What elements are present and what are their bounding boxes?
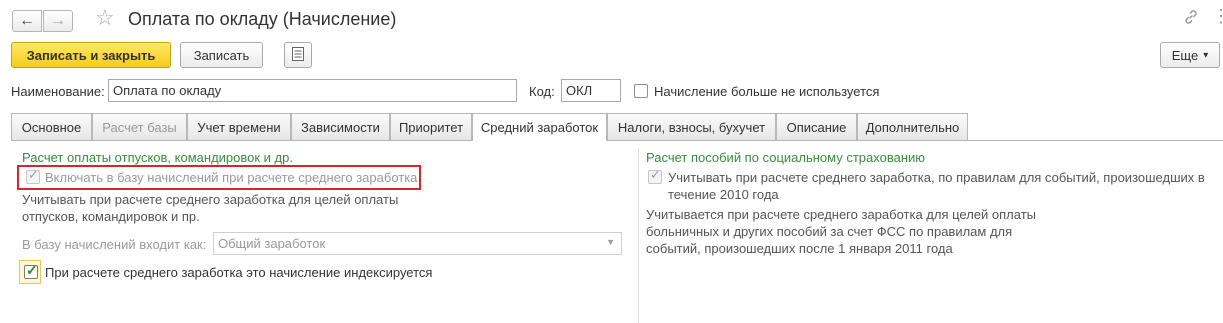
include-base-checkbox[interactable]: ✓: [26, 167, 40, 184]
tab-label: Дополнительно: [865, 119, 960, 135]
arrow-right-icon: →: [50, 12, 66, 29]
more-label: Еще: [1171, 47, 1199, 63]
column-divider: [638, 148, 639, 323]
tab-label: Налоги, взносы, бухучет: [617, 119, 766, 135]
not-used-checkbox[interactable]: [634, 84, 648, 98]
save-button[interactable]: Записать: [180, 42, 263, 68]
tabs-baseline: [11, 140, 1223, 141]
star-icon[interactable]: ☆: [95, 7, 115, 29]
back-button[interactable]: ←: [12, 10, 42, 32]
tab-main[interactable]: Основное: [11, 113, 92, 140]
right-note: Учитывается при расчете среднего заработ…: [646, 206, 1036, 257]
tab-dependencies[interactable]: Зависимости: [291, 113, 390, 140]
code-input[interactable]: ОКЛ: [561, 79, 621, 102]
tab-average-earnings[interactable]: Средний заработок: [472, 113, 607, 141]
left-note-line: отпусков, командировок и пр.: [22, 209, 200, 224]
page-title: Оплата по окладу (Начисление): [128, 9, 397, 29]
not-used-label: Начисление больше не используется: [654, 84, 880, 99]
checkmark-icon: ✓: [28, 167, 39, 182]
arrow-left-icon: ←: [19, 12, 35, 29]
fss-label-line: Учитывать при расчете среднего заработка…: [668, 170, 1205, 185]
tab-description[interactable]: Описание: [776, 113, 857, 140]
dropdown-arrow-icon: ▼: [606, 237, 615, 247]
checkmark-icon: ✓: [26, 262, 38, 278]
save-and-close-label: Записать и закрыть: [26, 47, 156, 63]
link-icon[interactable]: [1183, 9, 1199, 30]
base-kind-select[interactable]: Общий заработок ▼: [213, 232, 622, 255]
right-note-line: больничных и других пособий за счет ФСС …: [646, 224, 1013, 239]
save-label: Записать: [193, 47, 250, 63]
fss-label-line: течение 2010 года: [668, 187, 779, 202]
list-icon: [292, 46, 304, 64]
right-note-line: событий, произошедших после 1 января 201…: [646, 241, 953, 256]
left-note-line: Учитывать при расчете среднего заработка…: [22, 192, 399, 207]
include-base-label: Включать в базу начислений при расчете с…: [45, 170, 418, 185]
tab-time-accounting[interactable]: Учет времени: [187, 113, 291, 140]
name-label: Наименование:: [11, 84, 105, 99]
forward-button[interactable]: →: [43, 10, 73, 32]
name-input[interactable]: Оплата по окладу: [108, 79, 517, 102]
tab-label: Описание: [786, 119, 847, 135]
fss-checkbox[interactable]: ✓: [648, 167, 662, 184]
tab-base-calculation[interactable]: Расчет базы: [92, 113, 187, 140]
tab-label: Приоритет: [398, 119, 464, 135]
indexed-label: При расчете среднего заработка это начис…: [45, 265, 433, 280]
right-section-title: Расчет пособий по социальному страховани…: [646, 150, 926, 165]
more-vertical-icon[interactable]: ⋮: [1212, 7, 1223, 25]
tab-additional[interactable]: Дополнительно: [857, 113, 968, 140]
indexed-checkbox[interactable]: ✓: [24, 262, 38, 279]
base-kind-value: Общий заработок: [218, 236, 326, 251]
code-label: Код:: [529, 84, 555, 99]
fss-label: Учитывать при расчете среднего заработка…: [668, 169, 1205, 203]
left-section-title: Расчет оплаты отпусков, командировок и д…: [22, 150, 293, 165]
save-and-close-button[interactable]: Записать и закрыть: [11, 42, 171, 68]
tab-label: Учет времени: [197, 119, 281, 135]
right-note-line: Учитывается при расчете среднего заработ…: [646, 207, 1036, 222]
tab-label: Средний заработок: [480, 120, 599, 135]
base-kind-label: В базу начислений входит как:: [22, 237, 207, 252]
tab-label: Зависимости: [301, 119, 380, 135]
left-note: Учитывать при расчете среднего заработка…: [22, 191, 398, 225]
tab-label: Расчет базы: [102, 119, 177, 135]
chevron-down-icon: ▾: [1203, 49, 1209, 61]
more-menu-button[interactable]: Еще ▾: [1160, 42, 1220, 68]
tab-taxes[interactable]: Налоги, взносы, бухучет: [607, 113, 776, 140]
list-button[interactable]: [284, 42, 312, 68]
checkmark-icon: ✓: [650, 167, 661, 182]
tab-label: Основное: [21, 119, 82, 135]
tab-priority[interactable]: Приоритет: [390, 113, 472, 140]
